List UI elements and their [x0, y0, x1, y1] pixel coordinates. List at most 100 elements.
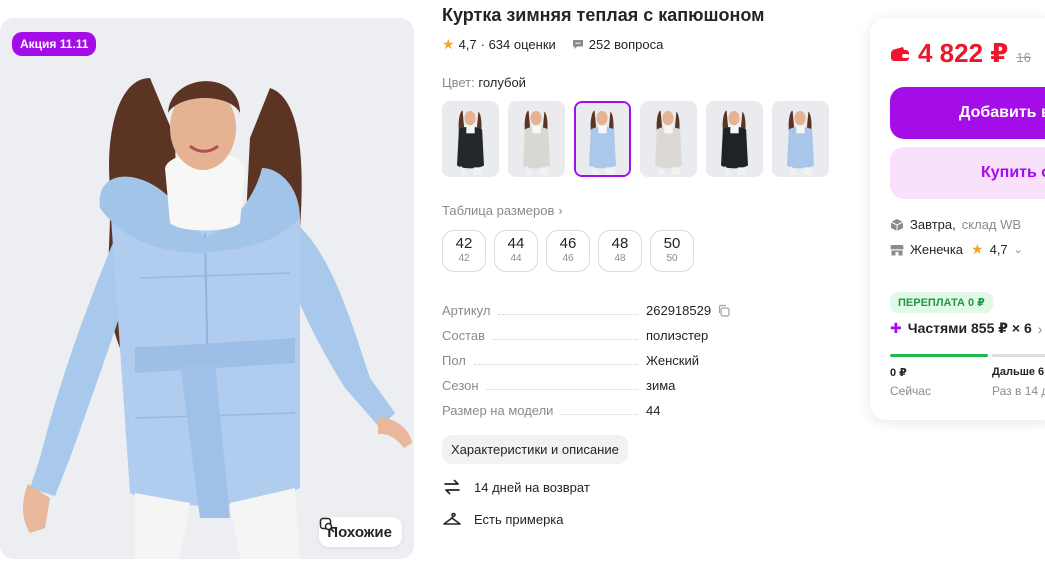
spec-key-cell: Состав [442, 328, 646, 343]
similar-label: Похожие [327, 523, 392, 541]
thumbnail-photo [642, 103, 695, 175]
old-price: 16 [1016, 49, 1031, 65]
spec-row: Размер на модели 44 [442, 398, 842, 423]
similar-button[interactable]: Похожие [319, 517, 402, 547]
spec-value-cell: 262918529 [646, 303, 730, 318]
spec-dots [486, 381, 638, 390]
buy-card: 4 822 ₽ 16 Добавить в Купить с Завтра, с… [870, 18, 1045, 420]
size-ru-label: 46 [562, 253, 574, 264]
questions-link[interactable]: 252 вопроса [572, 37, 664, 52]
size-option[interactable]: 48 48 [598, 230, 642, 272]
spec-key: Состав [442, 328, 486, 343]
spec-key-cell: Пол [442, 353, 646, 368]
spec-key: Пол [442, 353, 466, 368]
color-thumbnail[interactable] [442, 101, 499, 177]
installments-icon: ✚ [890, 320, 902, 336]
color-thumbnail[interactable] [508, 101, 565, 177]
star-icon: ★ [442, 36, 455, 52]
thumbnail-photo [774, 103, 827, 175]
size-ru-label: 48 [614, 253, 626, 264]
seller-star-icon: ★ [971, 241, 984, 257]
rating-value[interactable]: 4,7 [459, 37, 477, 52]
spec-list: Артикул 262918529 Состав полиэстер Пол Женски… [442, 298, 842, 423]
product-info: Куртка зимняя теплая с капюшоном ★ 4,7 ·… [442, 0, 842, 528]
box-icon [890, 218, 904, 231]
product-photo-illustration [0, 18, 414, 559]
spec-row: Пол Женский [442, 348, 842, 373]
color-thumbnail[interactable] [706, 101, 763, 177]
feature-return-text: 14 дней на возврат [474, 479, 590, 495]
delivery-warehouse: склад WB [961, 217, 1022, 232]
size-label: 46 [559, 235, 577, 252]
size-option[interactable]: 44 44 [494, 230, 538, 272]
spec-dots [473, 356, 638, 365]
chevron-right-icon: › [558, 203, 563, 218]
color-row: Цвет: голубой [442, 75, 842, 90]
similar-search-icon [320, 517, 335, 533]
spec-value: 44 [646, 403, 661, 418]
color-thumbnails [442, 101, 842, 177]
spec-row: Состав полиэстер [442, 323, 842, 348]
overpay-badge: ПЕРЕПЛАТА 0 ₽ [890, 292, 993, 313]
characteristics-button[interactable]: Характеристики и описание [442, 435, 628, 464]
spec-key-cell: Артикул [442, 303, 646, 318]
pay-later-amount: Дальше 6 [992, 366, 1045, 378]
installment-bar-paid [890, 354, 988, 357]
size-ru-label: 42 [458, 253, 470, 264]
installment-bar-next [992, 354, 1045, 357]
size-label: 50 [663, 235, 681, 252]
buy-now-button[interactable]: Купить с [890, 147, 1045, 199]
chevron-right-icon: › [1037, 320, 1043, 337]
feature-return: 14 дней на возврат [442, 478, 842, 496]
chat-bubble-icon [572, 40, 583, 49]
size-label: 42 [455, 235, 473, 252]
color-thumbnail[interactable] [772, 101, 829, 177]
spec-key: Сезон [442, 378, 479, 393]
product-main-photo[interactable]: Акция 11.11 Похожие [0, 18, 414, 559]
product-title: Куртка зимняя теплая с капюшоном [442, 5, 765, 25]
size-option[interactable]: 46 46 [546, 230, 590, 272]
spec-value: зима [646, 378, 676, 393]
color-label: Цвет: [442, 75, 475, 90]
installments-text: Частями 855 ₽ × 6 [907, 320, 1032, 336]
feature-fitting: Есть примерка [442, 510, 842, 528]
questions-count: 252 вопроса [588, 37, 664, 52]
seller-name: Женечка [910, 242, 964, 257]
color-value: голубой [478, 75, 526, 90]
spec-value-cell: 44 [646, 403, 660, 418]
size-label: 44 [507, 235, 525, 252]
size-label: 48 [611, 235, 629, 252]
color-thumbnail[interactable] [574, 101, 631, 177]
size-table-label: Таблица размеров [442, 203, 555, 218]
size-options: 42 42 44 44 46 46 48 48 50 50 [442, 230, 842, 272]
thumbnail-photo [708, 103, 761, 175]
seller-rating: 4,7 [989, 242, 1008, 257]
color-thumbnail[interactable] [640, 101, 697, 177]
rating-row: ★ 4,7 · 634 оценки 252 вопроса [442, 36, 842, 53]
copy-icon[interactable] [717, 304, 730, 317]
wallet-icon [891, 46, 909, 61]
seller-row[interactable]: Женечка ★ 4,7 ⌄ [890, 241, 1023, 258]
installments-row[interactable]: ✚ Частями 855 ₽ × 6 › [890, 320, 1042, 337]
spec-key: Размер на модели [442, 403, 554, 418]
spec-value-cell: зима [646, 378, 675, 393]
delivery-row: Завтра, склад WB [890, 217, 1021, 232]
pay-now-label: Сейчас [890, 384, 931, 398]
size-table-link[interactable]: Таблица размеров › [442, 203, 842, 218]
spec-row: Артикул 262918529 [442, 298, 842, 323]
shop-icon [890, 244, 904, 255]
return-icon [444, 479, 460, 495]
spec-dots [493, 331, 638, 340]
pay-later-label: Раз в 14 д [992, 384, 1045, 398]
thumbnail-photo [576, 103, 629, 175]
spec-row: Сезон зима [442, 373, 842, 398]
price-row: 4 822 ₽ 16 [890, 38, 1031, 69]
reviews-count[interactable]: · 634 оценки [481, 37, 556, 52]
add-to-cart-button[interactable]: Добавить в [890, 87, 1045, 139]
size-option[interactable]: 42 42 [442, 230, 486, 272]
spec-value: Женский [646, 353, 699, 368]
price: 4 822 ₽ [890, 38, 1008, 69]
spec-key-cell: Размер на модели [442, 403, 646, 418]
feature-fitting-text: Есть примерка [474, 511, 564, 527]
size-option[interactable]: 50 50 [650, 230, 694, 272]
